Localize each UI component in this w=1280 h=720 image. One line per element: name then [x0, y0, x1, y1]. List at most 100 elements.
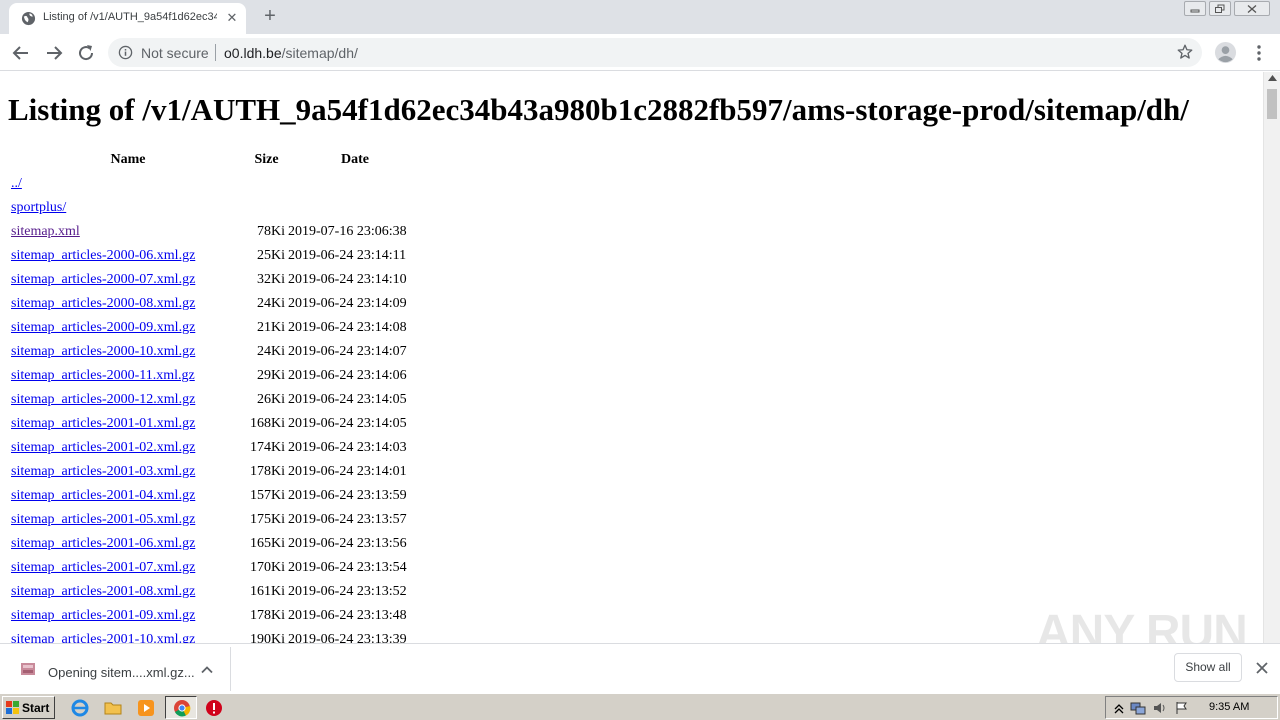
table-header-row: Name Size Date: [11, 152, 422, 176]
clock: 9:35 AM: [1209, 701, 1250, 713]
tray-expand-icon[interactable]: [1111, 701, 1127, 715]
address-bar[interactable]: Not secure o0.ldh.be/sitemap/dh/: [108, 38, 1202, 67]
file-link[interactable]: sitemap_articles-2001-04.xml.gz: [11, 488, 195, 503]
file-link[interactable]: sitemap_articles-2000-11.xml.gz: [11, 368, 195, 383]
start-button[interactable]: Start: [2, 696, 55, 719]
table-row: sitemap_articles-2001-03.xml.gz 178Ki 2019…: [11, 464, 422, 488]
file-link[interactable]: sitemap_articles-2001-09.xml.gz: [11, 608, 195, 623]
file-link[interactable]: ../: [11, 176, 22, 191]
file-link[interactable]: sitemap.xml: [11, 224, 80, 239]
tab-title: Listing of /v1/AUTH_9a54f1d62ec34b43a980…: [43, 11, 217, 23]
table-row: sitemap.xml 78Ki 2019-07-16 23:06:38: [11, 224, 422, 248]
minimize-button[interactable]: [1184, 1, 1206, 16]
minimize-icon: [1190, 9, 1200, 12]
file-size-cell: 26Ki: [257, 392, 285, 407]
reload-icon[interactable]: [74, 41, 98, 65]
table-row: sitemap_articles-2000-07.xml.gz 32Ki 2019-…: [11, 272, 422, 296]
file-size-cell: 157Ki: [250, 488, 285, 503]
file-name-cell: sitemap_articles-2001-05.xml.gz: [11, 512, 245, 536]
profile-avatar-icon[interactable]: [1214, 41, 1237, 64]
file-date-cell: 2019-06-24 23:14:05: [288, 416, 407, 431]
browser-tab[interactable]: Listing of /v1/AUTH_9a54f1d62ec34b43a980…: [9, 3, 246, 34]
file-date-cell: 2019-06-24 23:13:48: [288, 608, 407, 623]
url-text[interactable]: o0.ldh.be/sitemap/dh/: [224, 45, 358, 61]
not-secure-label[interactable]: Not secure: [141, 45, 209, 61]
info-icon[interactable]: [118, 45, 133, 60]
show-all-button[interactable]: Show all: [1174, 653, 1242, 682]
chrome-icon: [174, 700, 191, 717]
file-link[interactable]: sitemap_articles-2001-03.xml.gz: [11, 464, 195, 479]
file-date-cell: 2019-06-24 23:13:57: [288, 512, 407, 527]
table-row: sitemap_articles-2000-11.xml.gz 29Ki 2019-…: [11, 368, 422, 392]
tab-close-icon[interactable]: ✕: [225, 11, 239, 25]
chevron-up-icon[interactable]: [200, 663, 214, 677]
table-row: sitemap_articles-2000-08.xml.gz 24Ki 2019-…: [11, 296, 422, 320]
file-date-cell: [288, 176, 422, 200]
file-link[interactable]: sitemap_articles-2001-07.xml.gz: [11, 560, 195, 575]
archive-file-icon: [21, 663, 35, 675]
table-row: sitemap_articles-2001-05.xml.gz 175Ki 2019…: [11, 512, 422, 536]
stop-icon[interactable]: [204, 698, 224, 718]
file-link[interactable]: sitemap_articles-2000-10.xml.gz: [11, 344, 195, 359]
windows-flag-icon: [6, 701, 19, 714]
page-content: Listing of /v1/AUTH_9a54f1d62ec34b43a980…: [0, 72, 1263, 643]
action-center-flag-icon[interactable]: [1174, 701, 1190, 715]
column-header-size: Size: [254, 152, 279, 167]
back-arrow-icon[interactable]: [9, 41, 33, 65]
file-link[interactable]: sitemap_articles-2000-08.xml.gz: [11, 296, 195, 311]
file-name-cell: sitemap_articles-2001-01.xml.gz: [11, 416, 245, 440]
file-link[interactable]: sitemap_articles-2001-02.xml.gz: [11, 440, 195, 455]
file-name-cell: sitemap_articles-2001-08.xml.gz: [11, 584, 245, 608]
file-name-cell: sitemap_articles-2000-12.xml.gz: [11, 392, 245, 416]
browser-toolbar: Not secure o0.ldh.be/sitemap/dh/: [0, 34, 1280, 71]
scroll-up-arrow-icon[interactable]: [1268, 75, 1277, 81]
file-link[interactable]: sitemap_articles-2001-10.xml.gz: [11, 632, 195, 643]
file-size-cell: 25Ki: [257, 248, 285, 263]
window-close-button[interactable]: [1234, 1, 1270, 16]
file-link[interactable]: sitemap_articles-2000-07.xml.gz: [11, 272, 195, 287]
file-link[interactable]: sitemap_articles-2000-06.xml.gz: [11, 248, 195, 263]
system-tray: 9:35 AM: [1105, 696, 1278, 719]
download-item[interactable]: Opening sitem....xml.gz...: [6, 647, 231, 691]
file-link[interactable]: sitemap_articles-2001-06.xml.gz: [11, 536, 195, 551]
file-size-cell: 178Ki: [250, 608, 285, 623]
tab-strip: Listing of /v1/AUTH_9a54f1d62ec34b43a980…: [0, 0, 1280, 34]
file-link[interactable]: sitemap_articles-2000-12.xml.gz: [11, 392, 195, 407]
file-name-cell: sitemap_articles-2001-10.xml.gz: [11, 632, 245, 643]
file-name-cell: sitemap_articles-2001-06.xml.gz: [11, 536, 245, 560]
forward-arrow-icon[interactable]: [42, 41, 66, 65]
file-date-cell: 2019-06-24 23:14:07: [288, 344, 407, 359]
window-close-icon: [1247, 4, 1257, 13]
volume-icon[interactable]: [1152, 701, 1168, 715]
table-row: sitemap_articles-2001-02.xml.gz 174Ki 2019…: [11, 440, 422, 464]
close-download-bar-icon[interactable]: [1254, 660, 1270, 676]
file-date-cell: 2019-06-24 23:14:10: [288, 272, 407, 287]
file-link[interactable]: sitemap_articles-2001-01.xml.gz: [11, 416, 195, 431]
file-date-cell: 2019-06-24 23:13:54: [288, 560, 407, 575]
taskbar-chrome-button[interactable]: [165, 696, 197, 719]
file-name-cell: sitemap_articles-2000-09.xml.gz: [11, 320, 245, 344]
file-size-cell: 78Ki: [257, 224, 285, 239]
scrollbar-thumb[interactable]: [1267, 89, 1277, 119]
file-date-cell: 2019-06-24 23:14:05: [288, 392, 407, 407]
table-row: sitemap_articles-2001-04.xml.gz 157Ki 2019…: [11, 488, 422, 512]
file-link[interactable]: sportplus/: [11, 200, 66, 215]
file-link[interactable]: sitemap_articles-2000-09.xml.gz: [11, 320, 195, 335]
file-link[interactable]: sitemap_articles-2001-05.xml.gz: [11, 512, 195, 527]
file-date-cell: 2019-06-24 23:13:39: [288, 632, 407, 643]
internet-explorer-icon[interactable]: [70, 698, 90, 718]
folder-icon[interactable]: [103, 698, 123, 718]
file-name-cell: sitemap_articles-2001-09.xml.gz: [11, 608, 245, 632]
file-name-cell: sportplus/: [11, 200, 245, 224]
media-player-icon[interactable]: [136, 698, 156, 718]
file-link[interactable]: sitemap_articles-2001-08.xml.gz: [11, 584, 195, 599]
url-host: o0.ldh.be: [224, 45, 282, 61]
restore-button[interactable]: [1209, 1, 1231, 16]
more-menu-icon[interactable]: [1250, 42, 1268, 64]
file-name-cell: sitemap_articles-2000-11.xml.gz: [11, 368, 245, 392]
network-icon[interactable]: [1130, 701, 1146, 715]
page-scrollbar[interactable]: [1263, 72, 1280, 643]
globe-icon: [21, 11, 36, 26]
new-tab-button[interactable]: +: [258, 5, 282, 29]
bookmark-star-icon[interactable]: [1176, 43, 1194, 61]
